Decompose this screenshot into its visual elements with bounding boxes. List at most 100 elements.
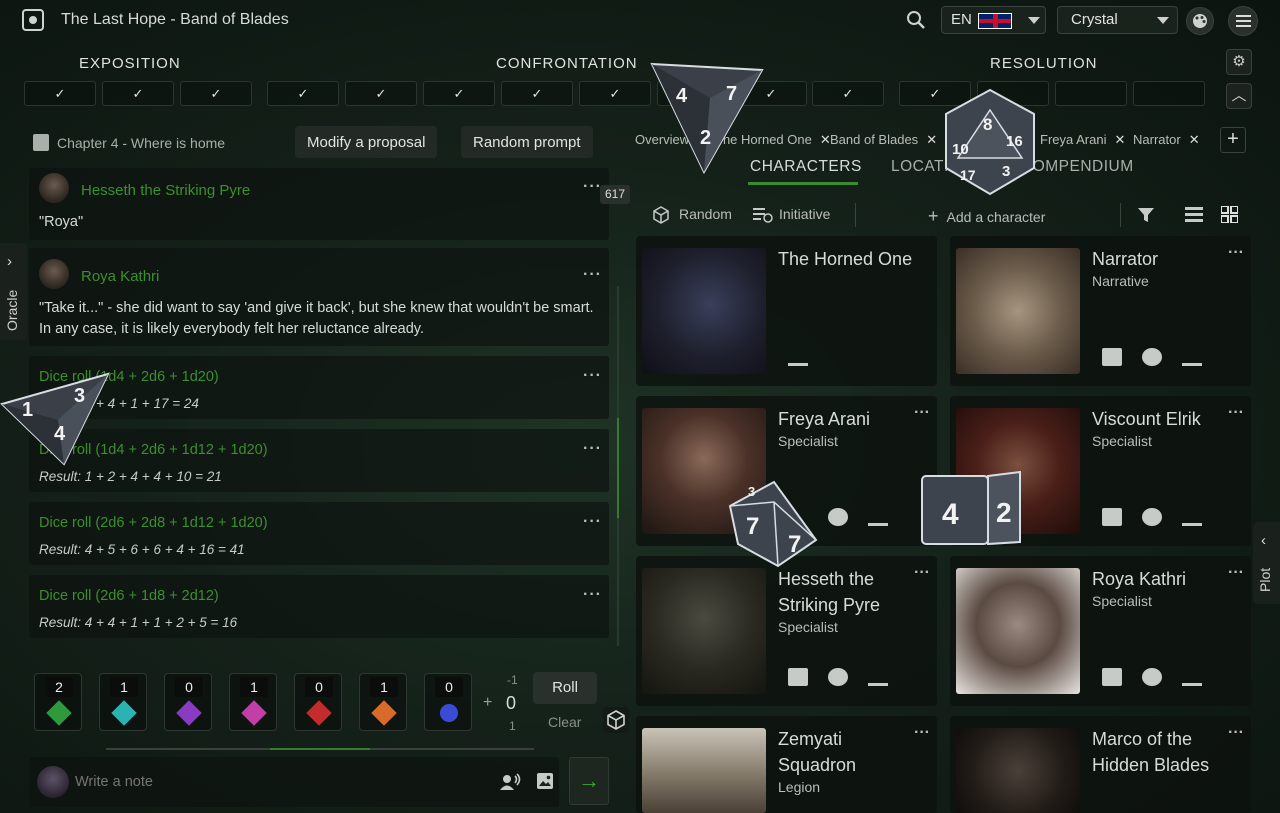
plot-panel-toggle[interactable]: ‹ Plot <box>1253 522 1280 604</box>
language-select[interactable]: EN <box>941 6 1046 34</box>
check-icon[interactable] <box>1142 508 1162 526</box>
edit-notes-icon[interactable] <box>868 668 888 686</box>
plot-step-checkbox-empty[interactable] <box>1055 81 1127 106</box>
modify-proposal-button[interactable]: Modify a proposal <box>295 126 438 158</box>
menu-icon[interactable] <box>1228 6 1258 36</box>
avatar[interactable] <box>37 766 69 798</box>
more-icon[interactable]: ··· <box>1228 244 1244 262</box>
speaker-icon[interactable] <box>499 773 521 791</box>
message-icon[interactable] <box>1102 668 1122 686</box>
character-card[interactable]: Marco of the Hidden Blades ··· <box>950 716 1251 813</box>
random-prompt-button[interactable]: Random prompt <box>461 126 593 158</box>
chapter-title[interactable]: Chapter 4 - Where is home <box>33 134 225 151</box>
feed-scrollbar-thumb[interactable] <box>617 418 619 518</box>
character-card[interactable]: Hesseth the Striking Pyre Specialist ··· <box>636 556 937 706</box>
character-card[interactable]: Roya Kathri Specialist ··· <box>950 556 1251 706</box>
plot-step-checkbox[interactable]: ✓ <box>180 81 252 106</box>
more-icon[interactable]: ··· <box>583 266 602 284</box>
initiative-button[interactable]: Initiative <box>779 206 830 222</box>
oracle-panel-toggle[interactable]: › Oracle <box>0 243 27 340</box>
d12-selector[interactable]: 0 <box>294 673 342 731</box>
plot-step-checkbox-empty[interactable] <box>1133 81 1205 106</box>
app-logo-icon[interactable] <box>22 9 44 31</box>
plot-step-checkbox[interactable]: ✓ <box>812 81 884 106</box>
more-icon[interactable]: ··· <box>914 404 930 422</box>
more-icon[interactable]: ··· <box>1228 724 1244 742</box>
character-card[interactable]: The Horned One <box>636 236 937 386</box>
more-icon[interactable]: ··· <box>583 367 602 385</box>
user-select[interactable]: Crystal <box>1057 6 1178 34</box>
plot-step-checkbox[interactable]: ✓ <box>24 81 96 106</box>
close-icon[interactable]: ✕ <box>1114 132 1125 147</box>
modifier-decrement[interactable]: -1 <box>507 673 518 687</box>
more-icon[interactable]: ··· <box>914 724 930 742</box>
d10-selector[interactable]: 1 <box>229 673 277 731</box>
add-tab-icon[interactable]: + <box>1220 127 1246 153</box>
character-card[interactable]: Narrator Narrative ··· <box>950 236 1251 386</box>
d8-selector[interactable]: 0 <box>164 673 212 731</box>
character-portrait[interactable] <box>956 248 1080 374</box>
plot-step-checkbox[interactable]: ✓ <box>501 81 573 106</box>
edit-notes-icon[interactable] <box>1182 668 1202 686</box>
edit-notes-icon[interactable] <box>1182 508 1202 526</box>
d100-selector[interactable]: 0 <box>424 673 472 731</box>
character-portrait[interactable] <box>956 568 1080 694</box>
character-portrait[interactable] <box>642 728 766 813</box>
close-icon[interactable]: ✕ <box>926 132 937 147</box>
plot-step-checkbox[interactable]: ✓ <box>267 81 339 106</box>
check-icon[interactable] <box>1142 348 1162 366</box>
more-icon[interactable]: ··· <box>583 586 602 604</box>
edit-notes-icon[interactable] <box>788 348 808 366</box>
avatar[interactable] <box>39 173 69 203</box>
send-arrow-icon[interactable]: → <box>569 757 609 805</box>
palette-icon[interactable] <box>1186 7 1214 35</box>
more-icon[interactable]: ··· <box>914 564 930 582</box>
message-author[interactable]: Roya Kathri <box>81 268 159 285</box>
check-icon[interactable] <box>828 508 848 526</box>
plot-step-checkbox[interactable]: ✓ <box>579 81 651 106</box>
character-portrait[interactable] <box>642 568 766 694</box>
image-icon[interactable] <box>537 773 553 789</box>
search-icon[interactable] <box>906 10 926 30</box>
tab-narrator[interactable]: Narrator ✕ <box>1133 132 1200 148</box>
d6-selector[interactable]: 1 <box>99 673 147 731</box>
check-icon[interactable] <box>1142 668 1162 686</box>
message-icon[interactable] <box>788 668 808 686</box>
d20-selector[interactable]: 1 <box>359 673 407 731</box>
modifier-increment[interactable]: 1 <box>509 719 516 733</box>
list-view-icon[interactable] <box>1185 207 1203 222</box>
tab-band-of-blades[interactable]: Band of Blades ✕ <box>830 132 937 148</box>
plot-step-checkbox[interactable]: ✓ <box>423 81 495 106</box>
character-portrait[interactable] <box>956 728 1080 813</box>
character-portrait[interactable] <box>642 248 766 374</box>
plot-step-checkbox[interactable]: ✓ <box>102 81 174 106</box>
more-icon[interactable]: ··· <box>1228 404 1244 422</box>
check-icon[interactable] <box>828 668 848 686</box>
filter-icon[interactable] <box>1138 207 1154 223</box>
plot-step-checkbox[interactable]: ✓ <box>345 81 417 106</box>
more-icon[interactable]: ··· <box>583 513 602 531</box>
tab-freya-arani[interactable]: Freya Arani ✕ <box>1040 132 1125 148</box>
message-author[interactable]: Hesseth the Striking Pyre <box>81 182 250 199</box>
clear-button[interactable]: Clear <box>548 714 581 730</box>
more-icon[interactable]: ··· <box>583 440 602 458</box>
roll-button[interactable]: Roll <box>533 672 597 704</box>
d4-selector[interactable]: 2 <box>34 673 82 731</box>
modifier-value[interactable]: 0 <box>506 693 516 714</box>
note-input[interactable] <box>75 770 475 794</box>
character-card[interactable]: Zemyati Squadron Legion ··· <box>636 716 937 813</box>
edit-notes-icon[interactable] <box>868 508 888 526</box>
more-icon[interactable]: ··· <box>1228 564 1244 582</box>
random-button[interactable]: Random <box>679 206 732 222</box>
tab-characters[interactable]: CHARACTERS <box>750 158 862 176</box>
close-icon[interactable]: ✕ <box>1189 132 1200 147</box>
message-icon[interactable] <box>1102 508 1122 526</box>
edit-notes-icon[interactable] <box>1182 348 1202 366</box>
message-icon[interactable] <box>1102 348 1122 366</box>
add-character-button[interactable]: + Add a character <box>928 206 1045 227</box>
gear-icon[interactable]: ⚙ <box>1226 49 1252 75</box>
grid-view-icon[interactable] <box>1221 206 1238 223</box>
avatar[interactable] <box>39 259 69 289</box>
dice-3d-icon[interactable] <box>603 707 629 733</box>
chevron-up-icon[interactable]: ︿ <box>1226 83 1252 109</box>
